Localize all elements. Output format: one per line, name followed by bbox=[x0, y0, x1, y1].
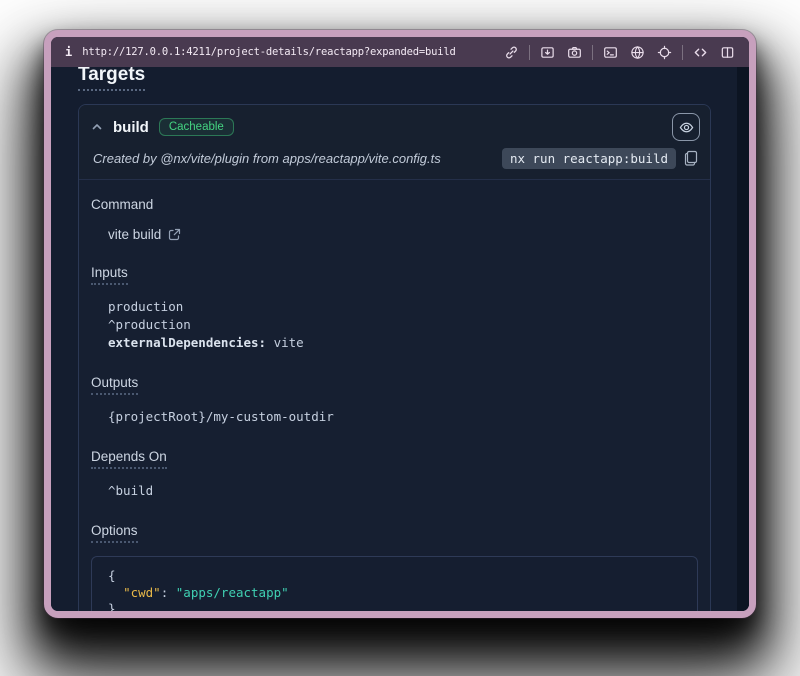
split-view-icon[interactable] bbox=[720, 45, 735, 60]
json-line: } bbox=[108, 601, 681, 611]
created-by-text: Created by @nx/vite/plugin from apps/rea… bbox=[91, 151, 502, 166]
input-dep-key: externalDependencies: bbox=[108, 335, 266, 350]
section-inputs: Inputs production ^production externalDe… bbox=[91, 264, 698, 352]
browser-toolbar: i http://127.0.0.1:4211/project-details/… bbox=[51, 37, 749, 67]
external-link-icon bbox=[168, 228, 181, 241]
build-card-header: build Cacheable Created by @nx/vite/plug… bbox=[79, 105, 710, 180]
info-icon: i bbox=[65, 45, 72, 59]
cacheable-badge: Cacheable bbox=[159, 118, 234, 136]
toolbar-separator bbox=[682, 45, 683, 60]
build-header-subrow: Created by @nx/vite/plugin from apps/rea… bbox=[91, 147, 698, 169]
toolbar-group-tools bbox=[603, 45, 672, 60]
section-outputs: Outputs {projectRoot}/my-custom-outdir bbox=[91, 374, 698, 426]
save-frame-icon[interactable] bbox=[540, 45, 555, 60]
options-json-block: { "cwd": "apps/reactapp" } bbox=[91, 556, 698, 611]
section-options: Options { "cwd": "apps/reactapp" } bbox=[91, 522, 698, 611]
toolbar-group-capture bbox=[540, 45, 582, 60]
command-value: vite build bbox=[108, 227, 161, 242]
page-title: Targets bbox=[78, 67, 145, 91]
json-value: "apps/reactapp" bbox=[176, 585, 289, 600]
browser-window: i http://127.0.0.1:4211/project-details/… bbox=[44, 30, 756, 618]
options-label: Options bbox=[91, 523, 138, 543]
input-item: production bbox=[108, 298, 698, 316]
depends-on-label: Depends On bbox=[91, 449, 167, 469]
globe-icon[interactable] bbox=[630, 45, 645, 60]
build-header-row[interactable]: build Cacheable bbox=[91, 115, 698, 139]
json-key: "cwd" bbox=[123, 585, 161, 600]
chevron-up-icon bbox=[91, 121, 103, 133]
url-bar[interactable]: http://127.0.0.1:4211/project-details/re… bbox=[82, 46, 455, 58]
output-item: {projectRoot}/my-custom-outdir bbox=[108, 408, 698, 426]
depends-on-item: ^build bbox=[108, 482, 698, 500]
page-content: Targets build Cacheable bbox=[51, 67, 749, 611]
target-card-build: build Cacheable Created by @nx/vite/plug… bbox=[78, 104, 711, 611]
json-line: { bbox=[108, 568, 681, 585]
eye-icon bbox=[679, 120, 694, 135]
desktop: i http://127.0.0.1:4211/project-details/… bbox=[0, 0, 800, 676]
target-icon[interactable] bbox=[657, 45, 672, 60]
inputs-label: Inputs bbox=[91, 265, 128, 285]
view-target-button[interactable] bbox=[672, 113, 700, 141]
code-icon[interactable] bbox=[693, 45, 708, 60]
toolbar-separator bbox=[529, 45, 530, 60]
command-value-row[interactable]: vite build bbox=[91, 227, 698, 242]
json-line: "cwd": "apps/reactapp" bbox=[108, 585, 681, 602]
toolbar-separator bbox=[592, 45, 593, 60]
toolbar-group-dev bbox=[693, 45, 735, 60]
command-label: Command bbox=[91, 197, 153, 212]
camera-icon[interactable] bbox=[567, 45, 582, 60]
outputs-label: Outputs bbox=[91, 375, 138, 395]
section-depends-on: Depends On ^build bbox=[91, 448, 698, 500]
build-card-body: Command vite build Inputs bbox=[79, 180, 710, 611]
run-command-chip[interactable]: nx run reactapp:build bbox=[502, 148, 676, 169]
input-dep-value: vite bbox=[274, 335, 304, 350]
input-item: externalDependencies: vite bbox=[108, 334, 698, 352]
target-name: build bbox=[113, 119, 149, 136]
terminal-icon[interactable] bbox=[603, 45, 618, 60]
json-colon: : bbox=[161, 585, 176, 600]
section-command: Command vite build bbox=[91, 196, 698, 242]
copy-icon[interactable] bbox=[684, 150, 698, 166]
input-item: ^production bbox=[108, 316, 698, 334]
scrollbar-track[interactable] bbox=[737, 67, 749, 611]
link-icon[interactable] bbox=[504, 45, 519, 60]
